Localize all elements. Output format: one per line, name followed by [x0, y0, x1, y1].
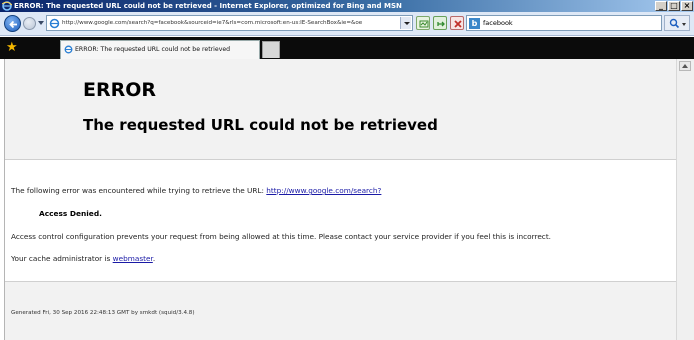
search-button[interactable]	[664, 15, 690, 31]
cache-admin-suffix: .	[152, 254, 156, 263]
error-explanation: Access control configuration prevents yo…	[11, 232, 551, 241]
search-input[interactable]	[483, 17, 653, 29]
back-button[interactable]	[4, 15, 21, 32]
compatibility-view-icon	[419, 20, 429, 28]
maximize-button[interactable]: □	[668, 1, 680, 11]
stop-button[interactable]	[450, 16, 464, 30]
window-title: ERROR: The requested URL could not be re…	[14, 2, 402, 10]
error-intro-text: The following error was encountered whil…	[11, 186, 267, 195]
refresh-icon	[437, 21, 445, 27]
magnifier-icon	[669, 18, 680, 29]
tab-label: ERROR: The requested URL could not be re…	[75, 46, 231, 53]
cache-admin-text: Your cache administrator is	[11, 254, 113, 263]
stop-icon	[454, 20, 462, 28]
bing-icon: b	[469, 18, 480, 29]
window-title-bar: ERROR: The requested URL could not be re…	[0, 0, 694, 12]
compatibility-view-button[interactable]	[416, 16, 430, 30]
tab-bar: ★ ERROR: The requested URL could not be …	[0, 37, 694, 59]
close-button[interactable]: ×	[681, 1, 693, 11]
window-controls: _ □ ×	[655, 1, 693, 11]
page-icon	[49, 18, 60, 29]
address-bar[interactable]	[46, 15, 413, 31]
error-intro: The following error was encountered whil…	[11, 186, 381, 195]
forward-button[interactable]	[23, 17, 36, 30]
back-arrow-icon	[9, 20, 17, 29]
requested-url-link[interactable]: http://www.google.com/search?	[266, 186, 381, 195]
tab-error-page[interactable]: ERROR: The requested URL could not be re…	[60, 40, 260, 59]
new-tab-button[interactable]	[262, 41, 280, 58]
page-content: ERROR The requested URL could not be ret…	[4, 59, 676, 340]
vertical-scrollbar[interactable]	[676, 59, 694, 340]
webmaster-link[interactable]: webmaster	[113, 254, 153, 263]
generated-timestamp: Generated Fri, 30 Sep 2016 22:48:13 GMT …	[11, 310, 195, 316]
minimize-button[interactable]: _	[655, 1, 667, 11]
address-dropdown-button[interactable]	[400, 17, 411, 29]
access-denied-text: Access Denied.	[39, 209, 102, 218]
search-box[interactable]: b	[466, 15, 662, 31]
tab-page-icon	[64, 45, 73, 54]
cache-admin-line: Your cache administrator is webmaster.	[11, 254, 155, 263]
navigation-bar: b	[0, 12, 694, 36]
scroll-up-button[interactable]	[679, 61, 691, 71]
favorites-star-icon[interactable]: ★	[6, 41, 18, 54]
recent-pages-dropdown-icon[interactable]	[38, 21, 44, 25]
refresh-button[interactable]	[433, 16, 447, 30]
error-title: ERROR	[83, 79, 157, 101]
page-footer: Generated Fri, 30 Sep 2016 22:48:13 GMT …	[5, 281, 676, 340]
error-header: ERROR The requested URL could not be ret…	[5, 59, 676, 160]
internet-explorer-icon	[2, 1, 12, 11]
address-input[interactable]	[62, 17, 392, 29]
error-subtitle: The requested URL could not be retrieved	[83, 116, 438, 134]
